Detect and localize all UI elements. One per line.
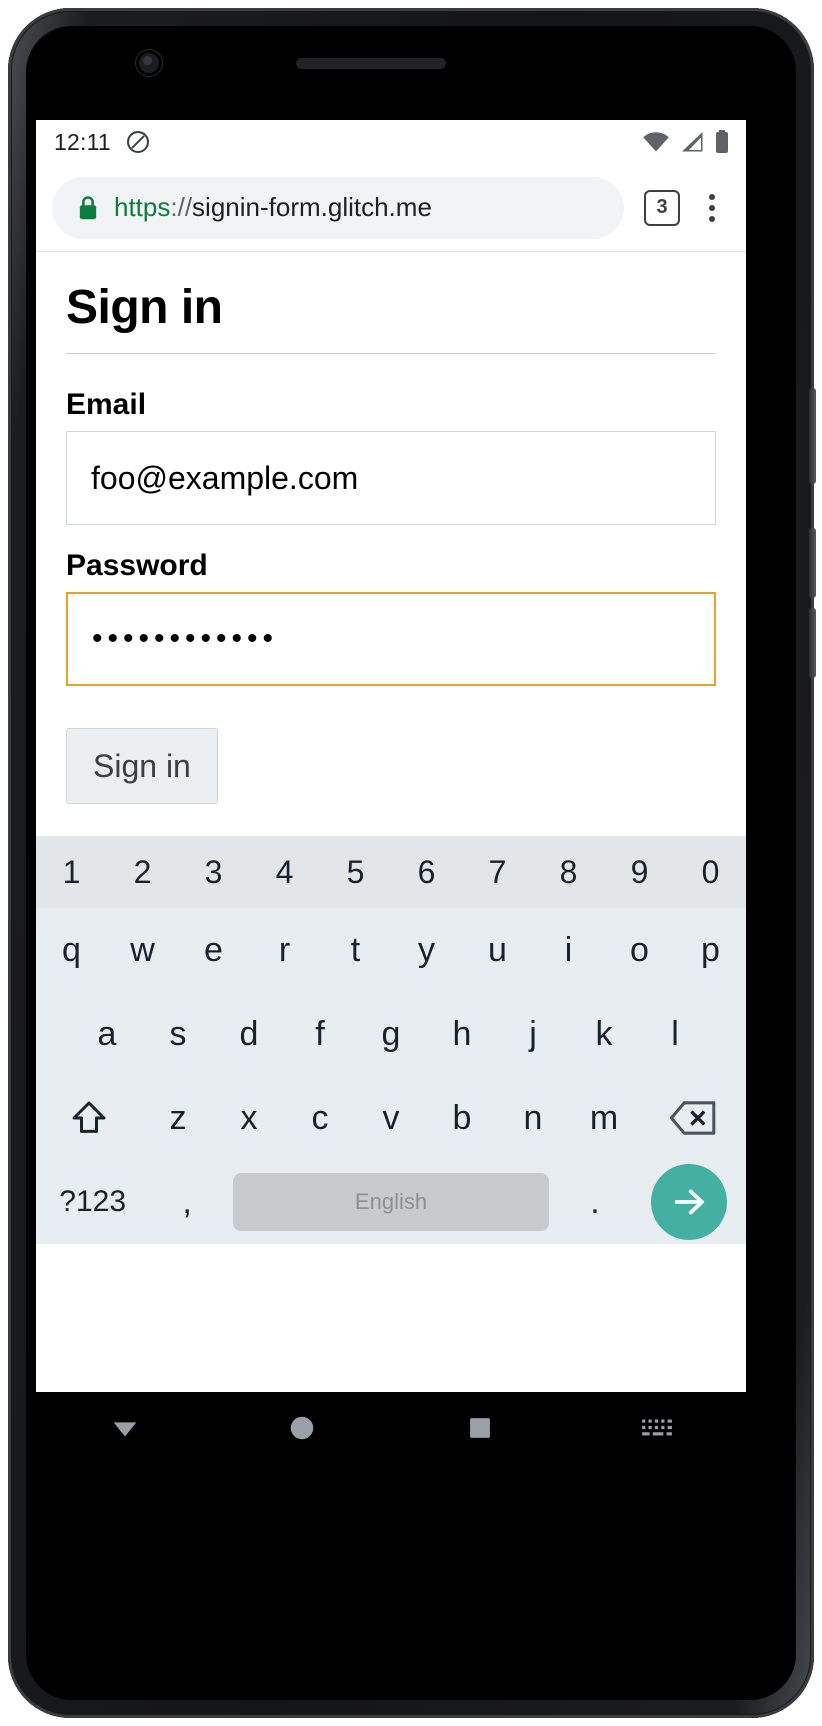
key-x[interactable]: x [214, 1076, 285, 1160]
key-w[interactable]: w [107, 908, 178, 992]
url-text: https://signin-form.glitch.me [114, 192, 432, 223]
key-y[interactable]: y [391, 908, 462, 992]
backspace-icon[interactable] [640, 1076, 747, 1160]
key-j[interactable]: j [498, 992, 569, 1076]
key-l[interactable]: l [640, 992, 711, 1076]
browser-toolbar: https://signin-form.glitch.me 3 [36, 164, 746, 252]
keyboard-number-row: 1 2 3 4 5 6 7 8 9 0 [36, 836, 746, 908]
key-4[interactable]: 4 [249, 836, 320, 908]
email-field[interactable]: foo@example.com [66, 431, 716, 525]
enter-key[interactable] [633, 1160, 746, 1244]
lock-icon [76, 194, 100, 222]
sign-in-submit-button[interactable]: Sign in [66, 728, 218, 804]
front-camera-icon [136, 50, 162, 76]
password-label: Password [66, 549, 208, 582]
key-m[interactable]: m [569, 1076, 640, 1160]
keyboard-icon[interactable] [569, 1415, 747, 1441]
key-d[interactable]: d [214, 992, 285, 1076]
key-u[interactable]: u [462, 908, 533, 992]
key-o[interactable]: o [604, 908, 675, 992]
key-3[interactable]: 3 [178, 836, 249, 908]
key-0[interactable]: 0 [675, 836, 746, 908]
password-masked-value: •••••••••••• [92, 622, 279, 655]
address-bar[interactable]: https://signin-form.glitch.me [52, 176, 624, 239]
email-label: Email [66, 388, 147, 421]
volume-up-button[interactable] [809, 528, 816, 598]
shift-icon[interactable] [36, 1076, 143, 1160]
overflow-menu-icon[interactable] [692, 193, 732, 222]
power-button[interactable] [809, 388, 816, 484]
symbols-key[interactable]: ?123 [36, 1160, 149, 1244]
android-navigation-bar [36, 1392, 746, 1464]
arrow-right-icon [651, 1164, 728, 1240]
key-2[interactable]: 2 [107, 836, 178, 908]
period-key[interactable]: . [557, 1160, 633, 1244]
on-screen-keyboard: 1 2 3 4 5 6 7 8 9 0 q w e r t y u i o p … [36, 836, 746, 1244]
key-b[interactable]: b [427, 1076, 498, 1160]
key-h[interactable]: h [427, 992, 498, 1076]
comma-key[interactable]: , [149, 1160, 225, 1244]
key-k[interactable]: k [569, 992, 640, 1076]
key-1[interactable]: 1 [36, 836, 107, 908]
status-time: 12:11 [54, 128, 111, 155]
key-6[interactable]: 6 [391, 836, 462, 908]
page-title: Sign in [66, 281, 223, 334]
spacebar-label: English [232, 1173, 550, 1231]
keyboard-row-space: ?123 , English . [36, 1160, 746, 1244]
key-5[interactable]: 5 [320, 836, 391, 908]
field-spacer [66, 525, 716, 549]
key-v[interactable]: v [356, 1076, 427, 1160]
status-bar: 12:11 [36, 120, 746, 164]
key-e[interactable]: e [178, 908, 249, 992]
key-8[interactable]: 8 [533, 836, 604, 908]
web-page-content: Sign in Email foo@example.com Password •… [36, 252, 746, 836]
do-not-disturb-icon [125, 129, 151, 155]
tab-switcher-button[interactable]: 3 [644, 189, 680, 226]
cell-signal-icon [679, 131, 705, 153]
keyboard-row-home: a s d f g h j k l [36, 992, 746, 1076]
url-host: signin-form.glitch.me [192, 192, 432, 222]
key-9[interactable]: 9 [604, 836, 675, 908]
key-i[interactable]: i [533, 908, 604, 992]
key-z[interactable]: z [143, 1076, 214, 1160]
key-a[interactable]: a [72, 992, 143, 1076]
status-bar-left: 12:11 [54, 129, 151, 156]
key-7[interactable]: 7 [462, 836, 533, 908]
password-field[interactable]: •••••••••••• [66, 592, 716, 686]
key-t[interactable]: t [320, 908, 391, 992]
url-scheme: https [114, 192, 171, 222]
home-circle-icon[interactable] [214, 1413, 392, 1443]
title-divider [66, 353, 716, 354]
key-f[interactable]: f [285, 992, 356, 1076]
keyboard-row-qwerty: q w e r t y u i o p [36, 908, 746, 992]
recents-square-icon[interactable] [391, 1414, 569, 1442]
key-p[interactable]: p [675, 908, 746, 992]
key-q[interactable]: q [36, 908, 107, 992]
key-s[interactable]: s [143, 992, 214, 1076]
back-triangle-icon[interactable] [36, 1411, 214, 1445]
key-r[interactable]: r [249, 908, 320, 992]
wifi-icon [642, 131, 670, 153]
status-bar-right [642, 130, 730, 154]
key-c[interactable]: c [285, 1076, 356, 1160]
phone-screen: 12:11 https://signin-form.glitch.me 3 Si… [36, 120, 746, 1392]
url-separator: :// [170, 192, 193, 222]
earpiece-speaker-icon [296, 58, 446, 69]
key-g[interactable]: g [356, 992, 427, 1076]
volume-down-button[interactable] [809, 608, 816, 678]
battery-icon [714, 130, 730, 154]
spacebar-key[interactable]: English [225, 1160, 557, 1244]
keyboard-row-bottom-letters: z x c v b n m [36, 1076, 746, 1160]
key-n[interactable]: n [498, 1076, 569, 1160]
